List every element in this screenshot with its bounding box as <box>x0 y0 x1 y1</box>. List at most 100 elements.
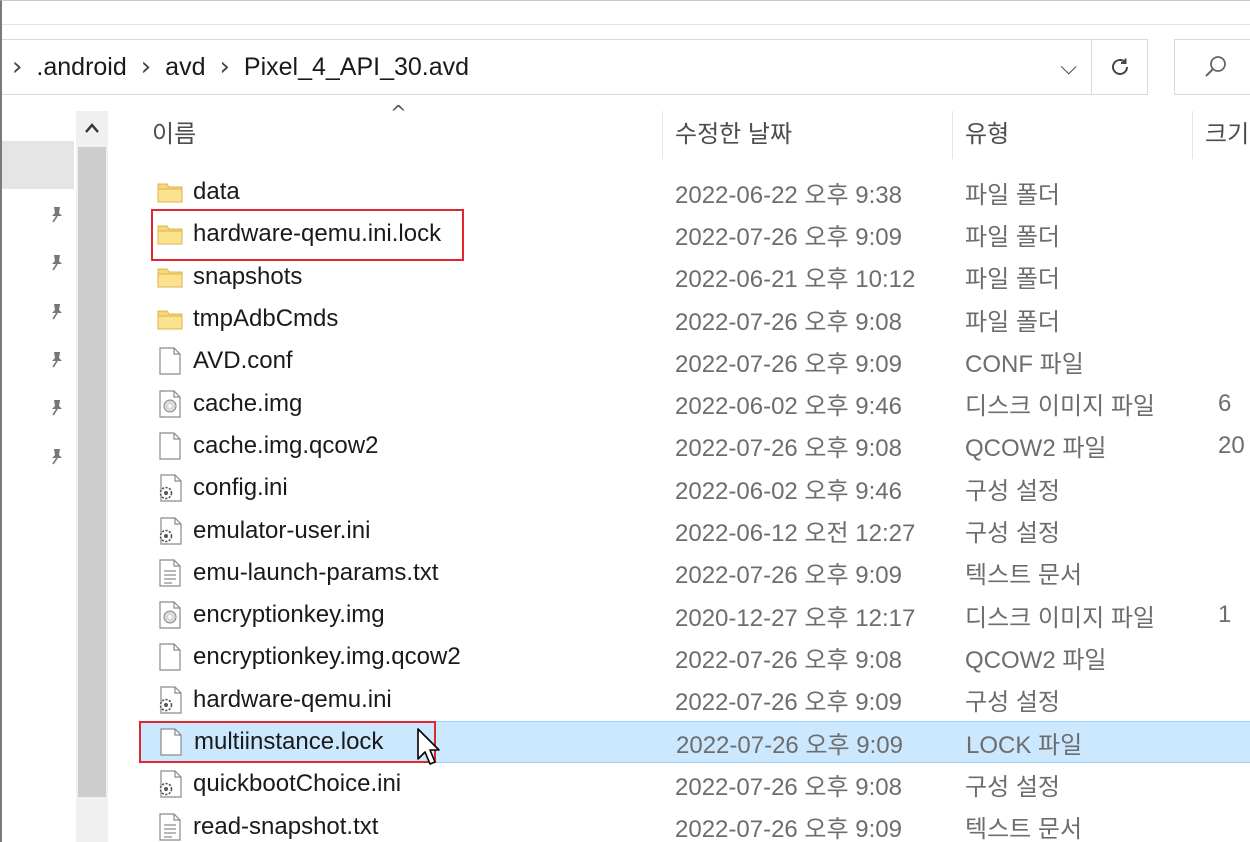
file-modified-date: 2022-06-12 오전 12:27 <box>675 520 916 548</box>
file-size: 1 <box>1218 601 1232 629</box>
pin-icon[interactable] <box>46 445 68 467</box>
highlight-box <box>139 721 436 763</box>
column-header-name[interactable]: 이름 <box>152 109 196 161</box>
breadcrumb-item-android[interactable]: .android <box>32 39 130 95</box>
file-type: 파일 폴더 <box>965 223 1060 251</box>
breadcrumb-item-avd[interactable]: avd <box>161 39 209 95</box>
text-file-icon <box>156 558 184 588</box>
file-row[interactable]: AVD.conf 2022-07-26 오후 9:09 CONF 파일 <box>140 340 1250 382</box>
file-modified-date: 2020-12-27 오후 12:17 <box>675 604 916 632</box>
file-size: 20 <box>1218 431 1245 459</box>
file-name: hardware-qemu.ini <box>193 685 392 713</box>
file-row[interactable]: hardware-qemu.ini 2022-07-26 오후 9:09 구성 설정 <box>140 679 1250 721</box>
file-icon <box>156 346 184 376</box>
file-modified-date: 2022-07-26 오후 9:08 <box>675 308 902 336</box>
scroll-up-arrow-icon[interactable] <box>76 111 108 145</box>
column-divider[interactable] <box>1192 111 1193 159</box>
settings-file-icon <box>156 473 184 503</box>
column-header-size[interactable]: 크기 <box>1205 109 1249 161</box>
file-row[interactable]: cache.img 2022-06-02 오후 9:46 디스크 이미지 파일 6 <box>140 382 1250 424</box>
file-name: encryptionkey.img.qcow2 <box>193 643 461 671</box>
file-row[interactable]: config.ini 2022-06-02 오후 9:46 구성 설정 <box>140 467 1250 509</box>
file-row[interactable]: data 2022-06-22 오후 9:38 파일 폴더 <box>140 171 1250 213</box>
search-input[interactable] <box>1174 39 1250 95</box>
pin-icon[interactable] <box>46 300 68 322</box>
refresh-button[interactable] <box>1092 39 1148 95</box>
file-type: QCOW2 파일 <box>965 646 1107 674</box>
file-name: read-snapshot.txt <box>193 812 379 840</box>
file-name: cache.img <box>193 389 303 417</box>
settings-file-icon <box>156 516 184 546</box>
file-type: 디스크 이미지 파일 <box>965 604 1155 632</box>
pin-icon[interactable] <box>46 396 68 418</box>
column-divider[interactable] <box>952 111 953 159</box>
address-bar[interactable]: › .android › avd › Pixel_4_API_30.avd ⌵ <box>2 39 1092 95</box>
column-header-type[interactable]: 유형 <box>965 109 1009 161</box>
file-row[interactable]: encryptionkey.img 2020-12-27 오후 12:17 디스크 … <box>140 594 1250 636</box>
file-row[interactable]: emulator-user.ini 2022-06-12 오전 12:27 구성 설… <box>140 509 1250 551</box>
file-modified-date: 2022-07-26 오후 9:08 <box>675 435 902 463</box>
column-header-date[interactable]: 수정한 날짜 <box>675 109 792 161</box>
refresh-icon <box>1111 58 1128 75</box>
search-icon <box>1205 56 1226 77</box>
file-modified-date: 2022-07-26 오후 9:09 <box>675 350 902 378</box>
breadcrumb-chevron-icon[interactable]: › <box>209 39 239 95</box>
column-divider[interactable] <box>662 111 663 159</box>
folder-icon <box>156 262 184 292</box>
settings-file-icon <box>156 769 184 799</box>
file-type: CONF 파일 <box>965 350 1084 378</box>
folder-icon <box>156 177 184 207</box>
file-modified-date: 2022-07-26 오후 9:09 <box>675 816 902 842</box>
pin-icon[interactable] <box>46 203 68 225</box>
file-modified-date: 2022-07-26 오후 9:09 <box>675 562 902 590</box>
file-name: AVD.conf <box>193 347 293 375</box>
settings-file-icon <box>156 685 184 715</box>
file-modified-date: 2022-06-22 오후 9:38 <box>675 181 902 209</box>
file-type: 구성 설정 <box>965 477 1060 505</box>
file-modified-date: 2022-07-26 오후 9:08 <box>675 646 902 674</box>
navigation-pane <box>2 111 76 842</box>
breadcrumb-chevron-icon[interactable]: › <box>131 39 161 95</box>
text-file-icon <box>156 812 184 842</box>
file-row[interactable]: read-snapshot.txt 2022-07-26 오후 9:09 텍스트 문… <box>140 805 1250 842</box>
file-name: quickbootChoice.ini <box>193 770 402 798</box>
file-type: 파일 폴더 <box>965 266 1060 294</box>
address-history-chevron-down-icon[interactable]: ⌵ <box>1060 40 1077 96</box>
file-modified-date: 2022-06-21 오후 10:12 <box>675 266 916 294</box>
file-row[interactable]: tmpAdbCmds 2022-07-26 오후 9:08 파일 폴더 <box>140 298 1250 340</box>
file-row[interactable]: snapshots 2022-06-21 오후 10:12 파일 폴더 <box>140 256 1250 298</box>
file-modified-date: 2022-06-02 오후 9:46 <box>675 393 902 421</box>
file-type: 파일 폴더 <box>965 308 1060 336</box>
pin-icon[interactable] <box>46 348 68 370</box>
nav-item-selected[interactable] <box>2 141 74 189</box>
file-type: 구성 설정 <box>965 689 1060 717</box>
file-type: QCOW2 파일 <box>965 435 1107 463</box>
file-name: encryptionkey.img <box>193 601 385 629</box>
nav-pane-scrollbar[interactable] <box>76 111 108 842</box>
file-name: tmpAdbCmds <box>193 305 339 333</box>
file-modified-date: 2022-07-26 오후 9:08 <box>675 773 902 801</box>
file-type: LOCK 파일 <box>966 731 1083 759</box>
file-row[interactable]: encryptionkey.img.qcow2 2022-07-26 오후 9:0… <box>140 636 1250 678</box>
ribbon-strip <box>2 1 1250 25</box>
file-modified-date: 2022-07-26 오후 9:09 <box>676 731 903 759</box>
scrollbar-thumb[interactable] <box>78 147 106 797</box>
file-modified-date: 2022-06-02 오후 9:46 <box>675 477 902 505</box>
file-type: 구성 설정 <box>965 520 1060 548</box>
highlight-box <box>151 209 464 261</box>
file-row[interactable]: emu-launch-params.txt 2022-07-26 오후 9:09 텍… <box>140 552 1250 594</box>
file-name: data <box>193 178 240 206</box>
file-explorer-window: › .android › avd › Pixel_4_API_30.avd ⌵ <box>0 0 1250 842</box>
disc-image-icon <box>156 600 184 630</box>
breadcrumb-item-pixel-avd[interactable]: Pixel_4_API_30.avd <box>240 39 473 95</box>
file-row[interactable]: cache.img.qcow2 2022-07-26 오후 9:08 QCOW2 파… <box>140 425 1250 467</box>
file-icon <box>156 431 184 461</box>
file-row[interactable]: quickbootChoice.ini 2022-07-26 오후 9:08 구성 … <box>140 763 1250 805</box>
file-type: 텍스트 문서 <box>965 562 1083 590</box>
pin-icon[interactable] <box>46 251 68 273</box>
file-type: 디스크 이미지 파일 <box>965 393 1155 421</box>
file-icon <box>156 642 184 672</box>
file-name: emulator-user.ini <box>193 516 371 544</box>
breadcrumb-chevron-icon[interactable]: › <box>2 39 32 95</box>
file-name: emu-launch-params.txt <box>193 558 439 586</box>
